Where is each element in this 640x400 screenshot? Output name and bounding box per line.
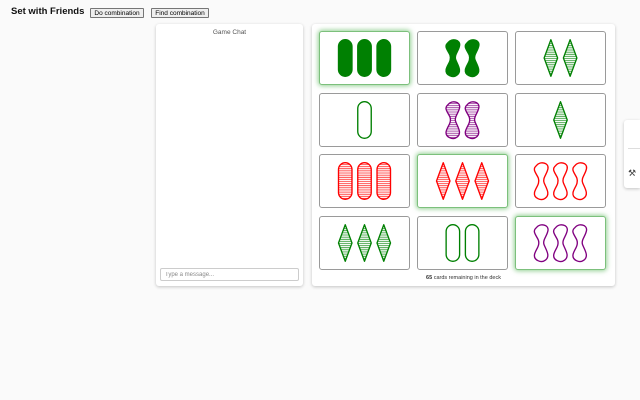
set-card[interactable] xyxy=(319,93,410,147)
oval-symbol xyxy=(357,101,372,139)
diamond-symbol xyxy=(562,39,578,77)
deck-count-label: cards remaining in the deck xyxy=(433,275,501,281)
oval-symbol xyxy=(337,39,353,77)
set-card[interactable] xyxy=(515,93,606,147)
squiggle-symbol xyxy=(533,162,549,201)
tool-icon: ⚒ xyxy=(628,168,637,178)
set-card[interactable] xyxy=(515,216,606,270)
diamond-symbol xyxy=(337,224,353,262)
squiggle-symbol xyxy=(445,101,461,140)
deck-count-number: 65 xyxy=(426,275,433,281)
card-symbols xyxy=(533,224,588,263)
chat-header: Game Chat xyxy=(212,29,247,36)
oval-symbol xyxy=(376,162,392,200)
diamond-symbol xyxy=(543,39,559,77)
game-board: 65 cards remaining in the deck xyxy=(312,24,615,286)
card-symbols xyxy=(445,224,480,262)
set-card[interactable] xyxy=(319,216,410,270)
diamond-symbol xyxy=(435,162,451,200)
diamond-symbol xyxy=(553,101,568,139)
card-symbols xyxy=(337,224,392,262)
squiggle-symbol xyxy=(572,224,588,263)
set-card[interactable] xyxy=(515,154,606,208)
diamond-symbol xyxy=(455,162,470,200)
side-tab-divider xyxy=(628,148,640,149)
card-symbols xyxy=(553,101,568,139)
squiggle-symbol xyxy=(464,39,480,78)
set-card[interactable] xyxy=(417,154,508,208)
set-card[interactable] xyxy=(319,31,410,85)
diamond-symbol xyxy=(474,162,490,200)
set-card[interactable] xyxy=(417,31,508,85)
card-symbols xyxy=(533,162,588,201)
squiggle-symbol xyxy=(445,39,461,78)
oval-symbol xyxy=(337,162,353,200)
do-combination-button[interactable]: Do combination xyxy=(90,8,144,18)
card-symbols xyxy=(543,39,578,77)
diamond-symbol xyxy=(357,224,372,262)
squiggle-symbol xyxy=(552,162,568,201)
set-card[interactable] xyxy=(515,31,606,85)
card-symbols xyxy=(337,162,392,200)
set-card[interactable] xyxy=(417,93,508,147)
card-symbols xyxy=(435,162,490,200)
squiggle-symbol xyxy=(533,224,549,263)
card-symbols xyxy=(445,101,480,140)
chat-panel: Game Chat xyxy=(156,24,303,286)
side-panel-tab[interactable]: ⚒ xyxy=(624,120,640,188)
app-title: Set with Friends xyxy=(11,6,85,17)
oval-symbol xyxy=(376,39,392,77)
set-card[interactable] xyxy=(417,216,508,270)
squiggle-symbol xyxy=(572,162,588,201)
deck-count: 65 cards remaining in the deck xyxy=(312,275,615,281)
oval-symbol xyxy=(445,224,461,262)
set-card[interactable] xyxy=(319,154,410,208)
oval-symbol xyxy=(357,39,372,77)
squiggle-symbol xyxy=(464,101,480,140)
oval-symbol xyxy=(357,162,372,200)
diamond-symbol xyxy=(376,224,392,262)
chat-message-input[interactable] xyxy=(160,268,299,281)
card-symbols xyxy=(337,39,392,77)
squiggle-symbol xyxy=(552,224,568,263)
oval-symbol xyxy=(464,224,480,262)
card-symbols xyxy=(357,101,372,139)
card-symbols xyxy=(445,39,480,78)
find-combination-button[interactable]: Find combination xyxy=(151,8,209,18)
